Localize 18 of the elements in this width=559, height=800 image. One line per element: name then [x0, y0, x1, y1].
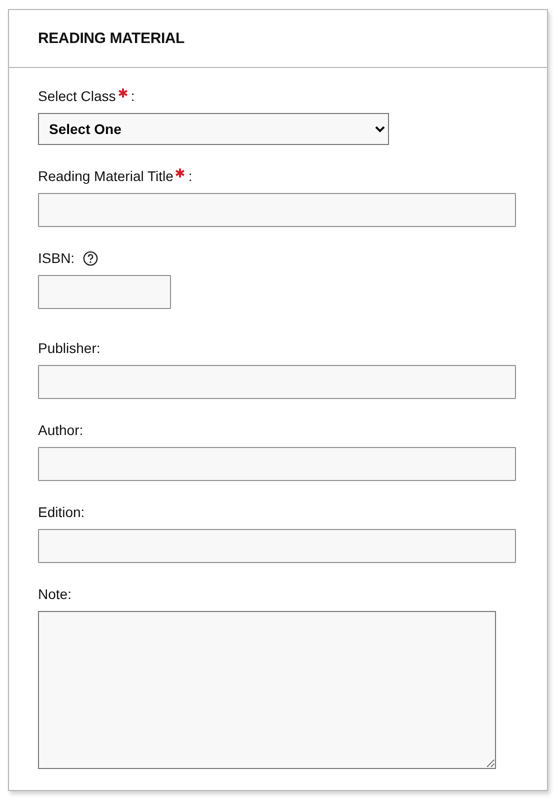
field-label: ISBN: [38, 250, 75, 266]
field-label: Note: [38, 586, 72, 602]
text-field[interactable] [38, 447, 516, 481]
note-field[interactable] [38, 611, 496, 769]
text-field[interactable] [38, 529, 516, 563]
field-label: Select Class [38, 88, 116, 104]
panel-title: READING MATERIAL [38, 30, 185, 47]
text-field[interactable] [38, 275, 171, 309]
help-icon[interactable] [82, 250, 98, 266]
text-field[interactable] [38, 193, 516, 227]
class-select[interactable]: Select One [38, 113, 389, 145]
field-label: Author: [38, 422, 84, 438]
field-label: Reading Material Title [38, 168, 174, 184]
label-colon: : [130, 88, 135, 104]
field-label: Publisher: [38, 340, 100, 356]
field-label: Edition: [38, 504, 85, 520]
label-colon: : [188, 168, 192, 184]
text-field[interactable] [38, 365, 516, 399]
